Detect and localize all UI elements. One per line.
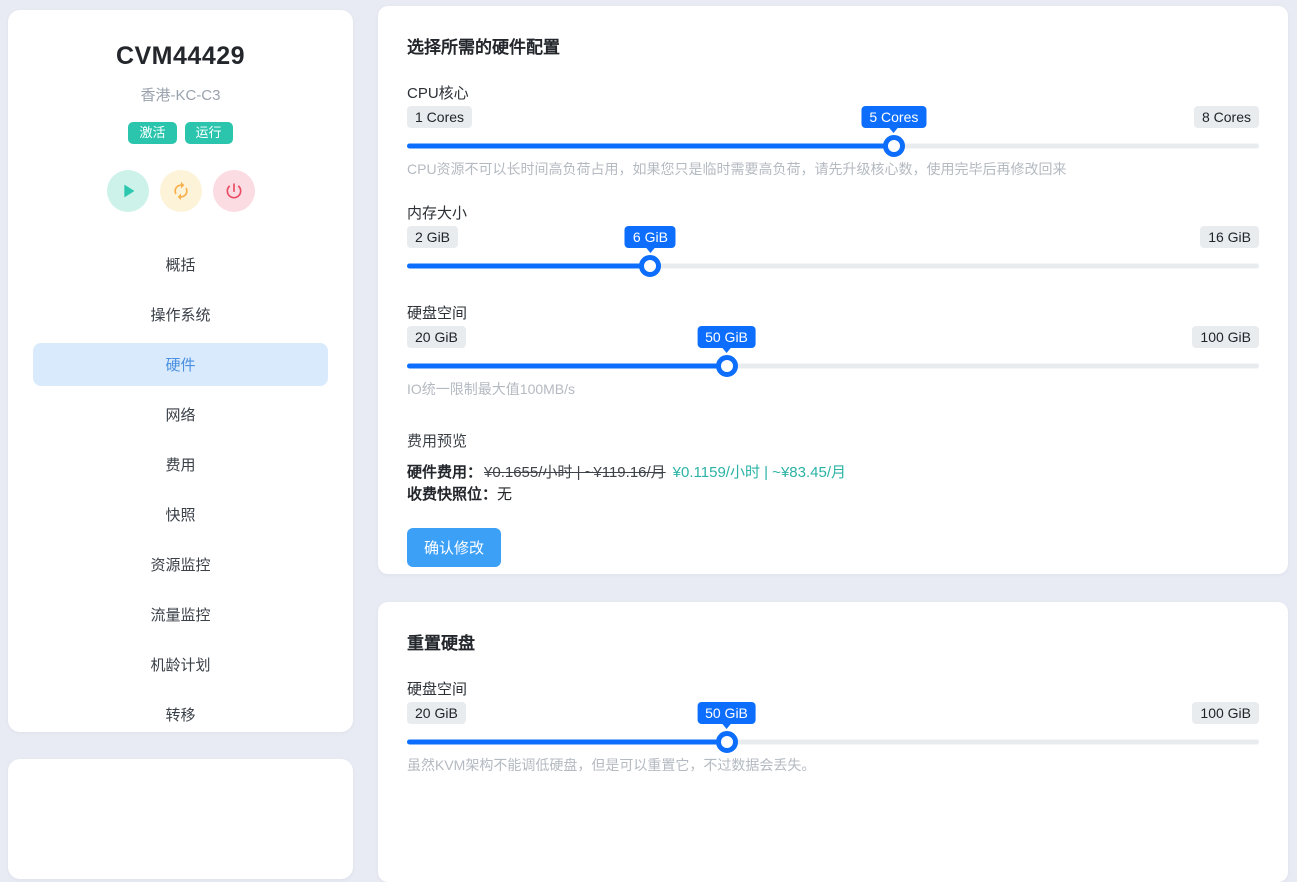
server-sidebar: CVM44429 香港-KC-C3 激活运行 概括操作系统硬件网络费用快照资源监… xyxy=(8,10,353,732)
reset-disk-space-slider-fill xyxy=(407,740,727,745)
disk-space-min-badge: 20 GiB xyxy=(407,326,466,348)
disk-space-label: 硬盘空间 xyxy=(407,304,1259,324)
disk-space-slider-fill xyxy=(407,364,727,369)
power-icon xyxy=(224,181,244,201)
sidebar-item-network[interactable]: 网络 xyxy=(33,393,328,436)
disk-space-slider-group: 硬盘空间20 GiB 50 GiB 100 GiB IO统一限制最大值100MB/s xyxy=(407,304,1259,398)
sidebar-item-billing[interactable]: 费用 xyxy=(33,443,328,486)
disk-space-value-badge: 50 GiB xyxy=(697,326,756,348)
cpu-cores-slider-thumb[interactable] xyxy=(883,135,905,157)
cpu-cores-slider[interactable] xyxy=(407,134,1259,158)
hardware-sliders: CPU核心1 Cores 5 Cores 8 Cores CPU资源不可以长时间高负荷… xyxy=(407,84,1259,398)
reset-disk-space-min-badge: 20 GiB xyxy=(407,702,466,724)
sidebar-item-transfer[interactable]: 转移 xyxy=(33,693,328,736)
reset-disk-space-help-text: 虽然KVM架构不能调低硬盘，但是可以重置它，不过数据会丢失。 xyxy=(407,756,1259,774)
reset-disk-space-slider-group: 硬盘空间20 GiB 50 GiB 100 GiB 虽然KVM架构不能调低硬盘，但是可… xyxy=(407,680,1259,774)
server-location: 香港-KC-C3 xyxy=(8,84,353,105)
cpu-cores-label: CPU核心 xyxy=(407,84,1259,104)
reset-disk-title: 重置硬盘 xyxy=(407,632,1259,656)
cpu-cores-slider-fill xyxy=(407,144,894,149)
page: CVM44429 香港-KC-C3 激活运行 概括操作系统硬件网络费用快照资源监… xyxy=(0,0,1297,778)
cost-preview-label: 费用预览 xyxy=(407,434,1259,450)
cost-preview-section: 费用预览 硬件费用：¥0.1655/小时 | ~¥119.16/月 ¥0.1159… xyxy=(407,434,1259,506)
sidebar-secondary-card xyxy=(8,759,353,879)
sidebar-item-hardware[interactable]: 硬件 xyxy=(33,343,328,386)
reset-disk-space-label: 硬盘空间 xyxy=(407,680,1259,700)
hardware-cost-line: 硬件费用：¥0.1655/小时 | ~¥119.16/月 ¥0.1159/小时 |… xyxy=(407,462,1259,484)
sidebar-item-os[interactable]: 操作系统 xyxy=(33,293,328,336)
reset-disk-space-slider-track[interactable] xyxy=(407,740,1259,745)
memory-size-badge-row: 2 GiB 6 GiB 16 GiB xyxy=(407,226,1259,250)
memory-size-slider-group: 内存大小2 GiB 6 GiB 16 GiB xyxy=(407,204,1259,278)
cpu-cores-help-text: CPU资源不可以长时间高负荷占用，如果您只是临时需要高负荷，请先升级核心数，使用… xyxy=(407,160,1259,178)
disk-space-slider-thumb[interactable] xyxy=(716,355,738,377)
disk-space-max-badge: 100 GiB xyxy=(1192,326,1259,348)
status-badges: 激活运行 xyxy=(8,122,353,144)
cpu-cores-slider-group: CPU核心1 Cores 5 Cores 8 Cores CPU资源不可以长时间高负荷… xyxy=(407,84,1259,178)
memory-size-label: 内存大小 xyxy=(407,204,1259,224)
new-price: ¥0.1159/小时 | ~¥83.45/月 xyxy=(673,464,846,481)
confirm-changes-button[interactable]: 确认修改 xyxy=(407,528,501,567)
sidebar-item-overview[interactable]: 概括 xyxy=(33,243,328,286)
reset-disk-space-slider[interactable] xyxy=(407,730,1259,754)
play-icon xyxy=(117,180,139,202)
snapshot-cost-line: 收费快照位：无 xyxy=(407,484,1259,506)
disk-space-help-text: IO统一限制最大值100MB/s xyxy=(407,380,1259,398)
power-off-button[interactable] xyxy=(213,170,255,212)
memory-size-max-badge: 16 GiB xyxy=(1200,226,1259,248)
reset-disk-space-value-badge: 50 GiB xyxy=(697,702,756,724)
cpu-cores-min-badge: 1 Cores xyxy=(407,106,472,128)
disk-space-badge-row: 20 GiB 50 GiB 100 GiB xyxy=(407,326,1259,350)
server-action-buttons xyxy=(8,170,353,212)
memory-size-slider[interactable] xyxy=(407,254,1259,278)
snapshot-cost-label: 收费快照位： xyxy=(407,486,497,503)
reset-disk-space-slider-thumb[interactable] xyxy=(716,731,738,753)
snapshot-cost-value: 无 xyxy=(497,486,512,503)
disk-space-slider-track[interactable] xyxy=(407,364,1259,369)
server-name: CVM44429 xyxy=(8,42,353,71)
refresh-icon xyxy=(171,181,191,201)
reboot-button[interactable] xyxy=(160,170,202,212)
hardware-cost-label: 硬件费用： xyxy=(407,464,482,481)
hardware-config-card: 选择所需的硬件配置 CPU核心1 Cores 5 Cores 8 Cores CPU资… xyxy=(378,6,1288,574)
old-price: ¥0.1655/小时 | ~¥119.16/月 xyxy=(484,464,666,481)
sidebar-menu: 概括操作系统硬件网络费用快照资源监控流量监控机龄计划转移 xyxy=(8,243,353,736)
disk-space-slider[interactable] xyxy=(407,354,1259,378)
memory-size-slider-thumb[interactable] xyxy=(639,255,661,277)
status-badge: 运行 xyxy=(185,122,233,144)
cpu-cores-slider-track[interactable] xyxy=(407,144,1259,149)
cpu-cores-max-badge: 8 Cores xyxy=(1194,106,1259,128)
sidebar-item-traffic-monitor[interactable]: 流量监控 xyxy=(33,593,328,636)
start-button[interactable] xyxy=(107,170,149,212)
cpu-cores-value-badge: 5 Cores xyxy=(861,106,926,128)
sidebar-item-snapshots[interactable]: 快照 xyxy=(33,493,328,536)
reset-disk-card: 重置硬盘 硬盘空间20 GiB 50 GiB 100 GiB 虽然KVM架构不能调低硬… xyxy=(378,602,1288,882)
reset-disk-space-max-badge: 100 GiB xyxy=(1192,702,1259,724)
hardware-config-title: 选择所需的硬件配置 xyxy=(407,36,1259,60)
sidebar-item-resource-monitor[interactable]: 资源监控 xyxy=(33,543,328,586)
memory-size-slider-fill xyxy=(407,264,650,269)
reset-disk-space-badge-row: 20 GiB 50 GiB 100 GiB xyxy=(407,702,1259,726)
cpu-cores-badge-row: 1 Cores 5 Cores 8 Cores xyxy=(407,106,1259,130)
status-badge: 激活 xyxy=(128,122,176,144)
memory-size-min-badge: 2 GiB xyxy=(407,226,458,248)
memory-size-value-badge: 6 GiB xyxy=(625,226,676,248)
memory-size-slider-track[interactable] xyxy=(407,264,1259,269)
sidebar-item-age-plan[interactable]: 机龄计划 xyxy=(33,643,328,686)
reset-disk-sliders: 硬盘空间20 GiB 50 GiB 100 GiB 虽然KVM架构不能调低硬盘，但是可… xyxy=(407,680,1259,774)
